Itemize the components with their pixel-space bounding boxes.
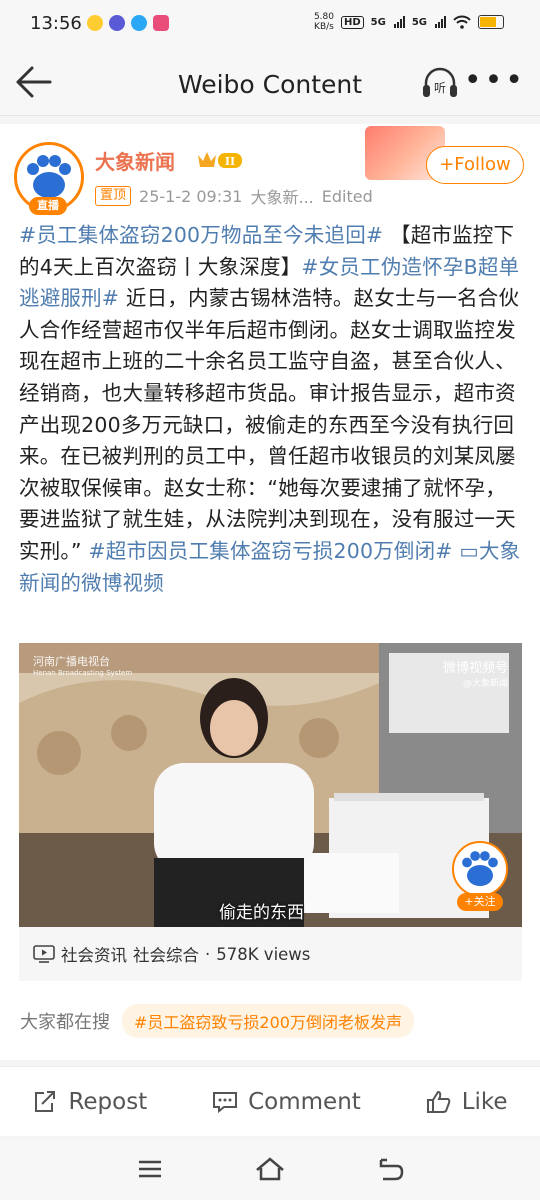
channel-logo: 河南广播电视台 Henan Broadcasting System — [33, 655, 133, 677]
hashtag-link[interactable]: #超市因员工集体盗窃亏损200万倒闭# — [88, 539, 452, 563]
trending-search-label: 大家都在搜 — [20, 1012, 110, 1033]
video-category-2[interactable]: 社会综合 — [133, 942, 199, 966]
status-right: 5.80 KB/s HD 5G 5G — [314, 12, 504, 32]
live-badge: 直播 — [29, 197, 67, 215]
video-follow-button[interactable]: +关注 — [457, 893, 503, 911]
comment-label: Comment — [248, 1088, 361, 1115]
battery-icon — [478, 15, 504, 29]
vip-crown-badge-icon: II — [198, 152, 242, 168]
post-card: 直播 大象新闻 II 置顶 25-1-2 09:31 大象新... Edited… — [0, 124, 540, 1060]
like-button[interactable]: Like — [426, 1089, 508, 1115]
thumbs-up-icon — [426, 1090, 451, 1113]
video-author-avatar[interactable] — [452, 841, 508, 897]
repost-button[interactable]: Repost — [32, 1089, 147, 1115]
listen-headphones-icon[interactable]: 听 — [420, 65, 460, 101]
like-label: Like — [461, 1088, 508, 1115]
video-watermark: 微博视频号 @大象新闻 — [442, 661, 508, 689]
video-subtitle: 偷走的东西 — [219, 903, 304, 923]
vip-level: II — [225, 155, 235, 168]
status-time: 13:56 — [30, 13, 82, 34]
signal-2-icon — [435, 16, 446, 28]
video-play-icon — [33, 945, 55, 963]
notification-icons — [87, 15, 169, 31]
pinned-badge: 置顶 — [95, 186, 132, 206]
listen-label: 听 — [434, 81, 446, 95]
video-category-1[interactable]: 社会资讯 — [61, 942, 127, 966]
status-bar: 13:56 5.80 KB/s HD 5G 5G — [0, 0, 540, 50]
follow-button[interactable]: +Follow — [426, 146, 524, 184]
trending-search-row: 大家都在搜 #员工盗窃致亏损200万倒闭老板发声 — [20, 1004, 414, 1038]
app-notification-icon — [109, 15, 125, 31]
home-icon[interactable] — [253, 1154, 287, 1184]
video-app-notification-icon — [153, 15, 169, 31]
post-source: 大象新... — [250, 188, 314, 207]
back-nav-icon[interactable] — [373, 1154, 407, 1184]
top-nav-bar: Weibo Content 听 ••• — [0, 50, 540, 116]
trending-search-chip[interactable]: #员工盗窃致亏损200万倒闭老板发声 — [122, 1004, 414, 1038]
net-speed: 5.80 KB/s — [313, 12, 334, 32]
system-nav-bar — [0, 1138, 540, 1200]
wifi-icon — [453, 15, 471, 29]
qq-notification-icon — [131, 15, 147, 31]
post-date: 25-1-2 09:31 — [139, 186, 243, 206]
hashtag-link[interactable]: #员工集体盗窃200万物品至今未追回# — [19, 223, 383, 247]
repost-icon — [35, 1090, 56, 1112]
info-separator: · — [205, 944, 211, 964]
post-content: #员工集体盗窃200万物品至今未追回# 【超市监控下的4天上百次盗窃丨大象深度】… — [19, 220, 523, 599]
author-name[interactable]: 大象新闻 — [95, 146, 175, 175]
video-views: 578K views — [216, 944, 311, 964]
hd-icon: HD — [340, 15, 364, 29]
video-info-bar: 社会资讯 社会综合 · 578K views — [19, 927, 522, 981]
weibo-notification-icon — [87, 15, 103, 31]
comment-button[interactable]: Comment — [212, 1089, 361, 1115]
post-meta: 置顶 25-1-2 09:31 大象新... Edited — [95, 184, 373, 208]
signal-1-label: 5G — [370, 16, 386, 28]
signal-1-icon — [393, 16, 405, 28]
edited-label: Edited — [321, 186, 373, 206]
post-action-bar: Repost Comment Like — [0, 1066, 540, 1136]
elephant-paw-small-icon — [462, 851, 498, 887]
menu-icon[interactable] — [133, 1154, 167, 1184]
repost-label: Repost — [68, 1088, 148, 1115]
comment-icon — [213, 1091, 238, 1113]
post-text: 近日，内蒙古锡林浩特。赵女士与一名合伙人合作经营超市仅半年后超市倒闭。赵女士调取… — [19, 286, 520, 563]
more-options-icon[interactable]: ••• — [464, 66, 526, 96]
video-player[interactable]: 河南广播电视台 Henan Broadcasting System 微博视频号 … — [19, 643, 522, 927]
signal-2-label: 5G — [411, 16, 427, 28]
